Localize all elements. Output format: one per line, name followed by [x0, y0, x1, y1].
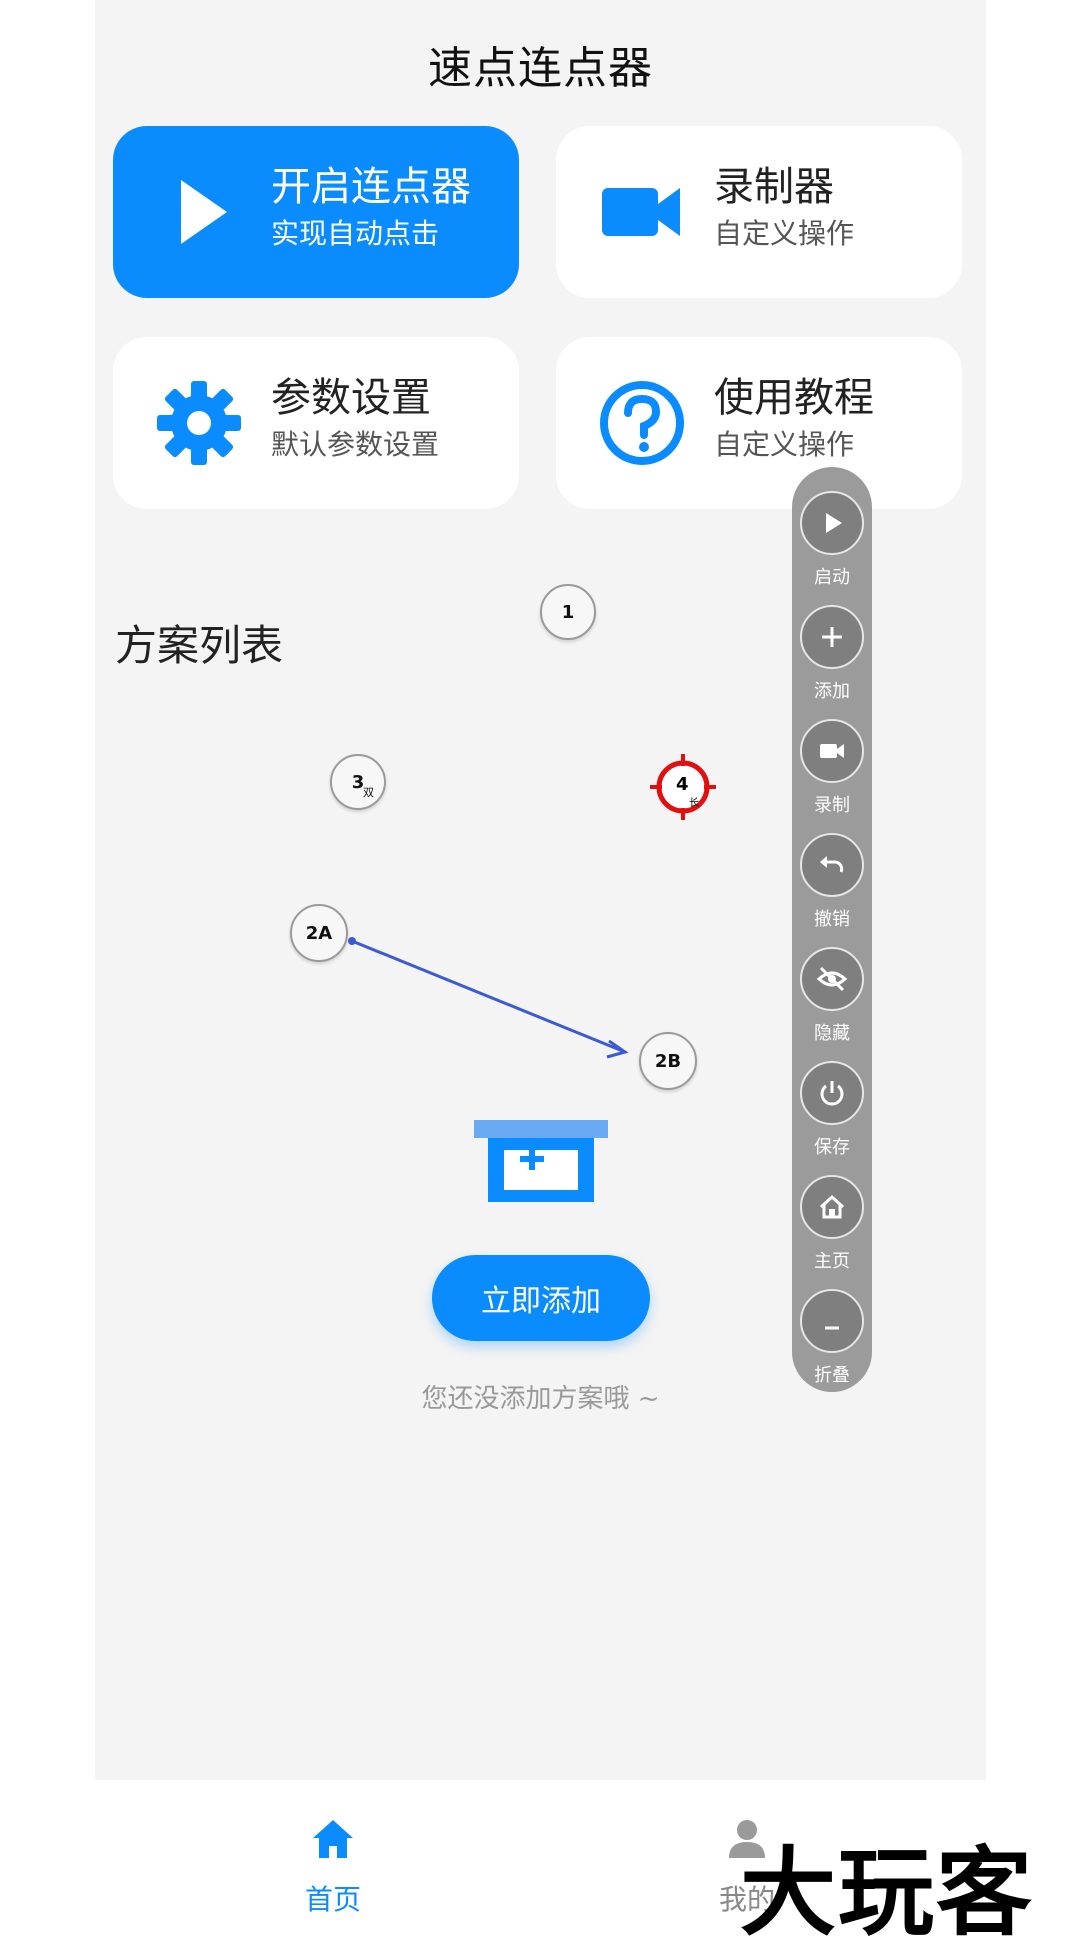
panel-hide-button[interactable]: 隐藏 [792, 939, 872, 1049]
play-icon [800, 491, 864, 555]
watermark-logo: 大玩客 [740, 1836, 1034, 1949]
card-title: 使用教程 [714, 375, 874, 421]
card-title: 录制器 [714, 164, 834, 210]
card-subtitle: 自定义操作 [714, 428, 855, 461]
play-icon [181, 180, 227, 244]
panel-start-button[interactable]: 启动 [792, 483, 872, 593]
panel-home-button[interactable]: 主页 [792, 1167, 872, 1277]
video-camera-icon [602, 188, 680, 236]
tutorial-card[interactable]: 使用教程 自定义操作 [556, 337, 962, 509]
panel-record-button[interactable]: 录制 [792, 711, 872, 821]
panel-add-button[interactable]: 添加 [792, 597, 872, 707]
panel-collapse-button[interactable]: 折叠 [792, 1281, 872, 1391]
recorder-card[interactable]: 录制器 自定义操作 [556, 126, 962, 298]
page-title: 速点连点器 [428, 43, 653, 94]
home-icon [800, 1175, 864, 1239]
panel-undo-button[interactable]: 撤销 [792, 825, 872, 935]
video-camera-icon [800, 719, 864, 783]
click-marker-1[interactable]: 1 [540, 584, 596, 640]
click-marker-3[interactable]: 3 双 [330, 754, 386, 810]
home-icon [313, 1820, 353, 1858]
panel-save-button[interactable]: 保存 [792, 1053, 872, 1163]
plus-icon [800, 605, 864, 669]
add-now-button[interactable]: 立即添加 [432, 1255, 650, 1341]
gear-icon [157, 381, 241, 465]
card-subtitle: 实现自动点击 [271, 217, 440, 250]
nav-home[interactable]: 首页 [233, 1790, 433, 1920]
eye-off-icon [800, 947, 864, 1011]
undo-icon [800, 833, 864, 897]
settings-card[interactable]: 参数设置 默认参数设置 [113, 337, 519, 509]
empty-box-icon [474, 1120, 608, 1202]
question-circle-icon [600, 381, 684, 465]
click-marker-4[interactable]: 4 长 [648, 752, 718, 822]
minus-icon [800, 1289, 864, 1353]
swipe-end-marker-2b[interactable]: 2B [639, 1032, 697, 1090]
power-icon [800, 1061, 864, 1125]
card-title: 参数设置 [271, 375, 431, 421]
card-title: 开启连点器 [271, 164, 471, 210]
swipe-start-marker-2a[interactable]: 2A [290, 904, 348, 962]
start-clicker-card[interactable]: 开启连点器 实现自动点击 [113, 126, 519, 298]
card-subtitle: 自定义操作 [714, 217, 855, 250]
floating-control-panel[interactable]: 启动 添加 录制 撤销 隐藏 保存 主页 折叠 [792, 467, 872, 1392]
card-subtitle: 默认参数设置 [271, 428, 440, 461]
plan-list-title: 方案列表 [115, 621, 284, 670]
